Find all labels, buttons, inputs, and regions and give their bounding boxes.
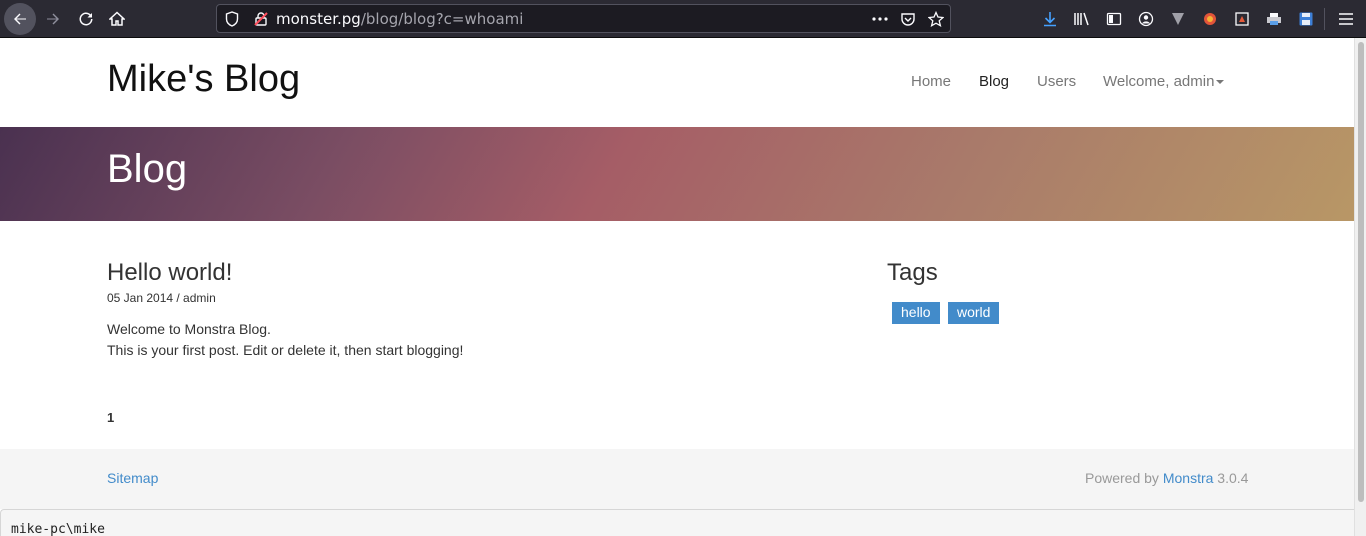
sidebar-icon[interactable] [1102,7,1126,31]
forward-icon [47,13,59,25]
save-icon[interactable] [1294,7,1318,31]
home-button[interactable] [101,3,133,35]
account-icon[interactable] [1134,7,1158,31]
extension-icon[interactable] [1198,7,1222,31]
download-icon[interactable] [1038,7,1062,31]
post-title[interactable]: Hello world! [107,259,232,287]
post-line: This is your first post. Edit or delete … [107,342,464,358]
extension-icon[interactable] [1262,7,1286,31]
more-icon[interactable] [870,9,890,29]
forward-button[interactable] [37,3,69,35]
pocket-icon[interactable] [898,9,918,29]
extension-icon[interactable] [1166,7,1190,31]
powered-by: Powered by Monstra 3.0.4 [1085,470,1248,486]
reload-icon [79,12,93,26]
tag-world[interactable]: world [948,302,1000,324]
page-banner: Blog [0,127,1354,221]
tags-heading: Tags [887,259,938,286]
extension-icon[interactable] [1230,7,1254,31]
monstra-link[interactable]: Monstra [1163,470,1214,486]
welcome-label: Welcome, admin [1103,73,1215,90]
home-icon [109,11,125,26]
url-text[interactable]: monster.pg/blog/blog?c=whoami [276,10,523,28]
version-text: 3.0.4 [1217,470,1249,486]
footer: Sitemap Powered by Monstra 3.0.4 [0,449,1354,509]
insecure-lock-icon[interactable] [251,9,271,29]
pagination-current[interactable]: 1 [107,410,114,425]
back-icon [14,13,26,25]
url-path: /blog/blog?c=whoami [360,10,524,28]
url-host: monster.pg [276,10,361,28]
nav-users[interactable]: Users [1037,73,1076,90]
post-line: Welcome to Monstra Blog. [107,321,271,337]
bookmark-star-icon[interactable] [926,9,946,29]
browser-toolbar: monster.pg/blog/blog?c=whoami [0,0,1366,38]
post-body: Welcome to Monstra Blog. This is your fi… [107,319,463,361]
page-title: Blog [107,147,188,191]
library-icon[interactable] [1070,7,1094,31]
powered-prefix: Powered by [1085,470,1159,486]
toolbar-divider [1324,8,1325,30]
site-title[interactable]: Mike's Blog [107,58,300,101]
reload-button[interactable] [70,3,102,35]
menu-icon[interactable] [1334,7,1358,31]
scroll-thumb[interactable] [1358,42,1364,502]
nav-blog[interactable]: Blog [979,73,1009,90]
shield-icon[interactable] [222,9,242,29]
back-button[interactable] [4,3,36,35]
post-meta: 05 Jan 2014 / admin [107,291,216,305]
nav-welcome-dropdown[interactable]: Welcome, admin [1103,73,1225,90]
url-bar[interactable]: monster.pg/blog/blog?c=whoami [216,4,951,33]
page-scrollbar[interactable] [1354,38,1366,536]
caret-down-icon [1216,80,1225,85]
command-output-text: mike-pc\mike [11,522,105,536]
nav-home[interactable]: Home [911,73,951,90]
command-output: mike-pc\mike [0,509,1354,536]
tag-hello[interactable]: hello [892,302,940,324]
sitemap-link[interactable]: Sitemap [107,470,158,486]
